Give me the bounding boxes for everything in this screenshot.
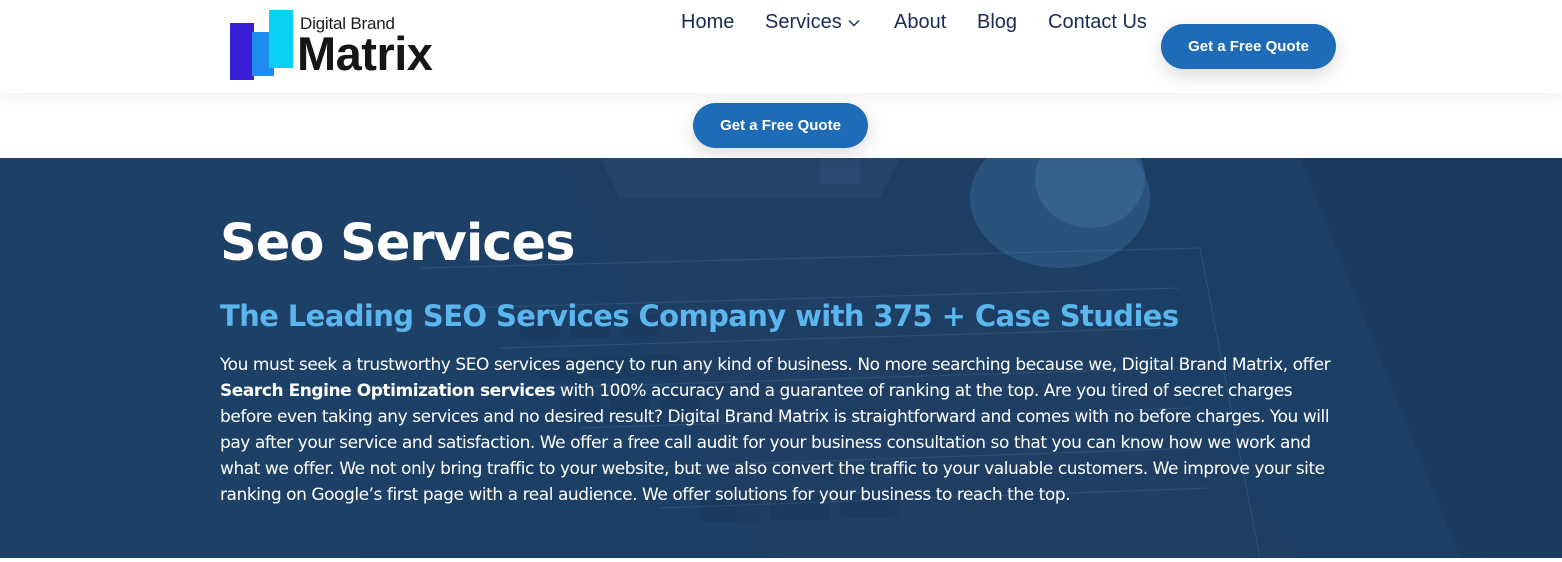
nav-services-label: Services [765, 11, 842, 33]
logo-mark-icon [228, 8, 298, 84]
logo-bar-light [269, 10, 293, 68]
get-quote-button[interactable]: Get a Free Quote [693, 103, 868, 148]
nav-services[interactable]: Services [765, 0, 860, 45]
nav-contact-us[interactable]: Contact Us [1048, 0, 1147, 45]
hero-description-part1: You must seek a trustworthy SEO services… [220, 355, 1331, 375]
logo-text-main: Matrix [297, 27, 433, 80]
nav-home[interactable]: Home [681, 0, 734, 45]
hero-description-highlight: Search Engine Optimization services [220, 381, 556, 401]
nav-about[interactable]: About [894, 0, 946, 45]
site-header: Digital Brand Matrix Home Services About… [0, 0, 1562, 93]
brand-logo[interactable]: Digital Brand Matrix [228, 8, 468, 84]
chevron-down-icon [848, 19, 860, 26]
hero-description: You must seek a trustworthy SEO services… [220, 352, 1345, 508]
page-title: Seo Services [220, 214, 575, 273]
nav-blog[interactable]: Blog [977, 0, 1017, 45]
section-divider [0, 558, 1562, 562]
hero-section: Seo Services The Leading SEO Services Co… [0, 158, 1562, 558]
logo-bar-dark [230, 23, 254, 80]
hero-subtitle: The Leading SEO Services Company with 37… [220, 299, 1179, 333]
header-get-quote-button[interactable]: Get a Free Quote [1161, 24, 1336, 69]
